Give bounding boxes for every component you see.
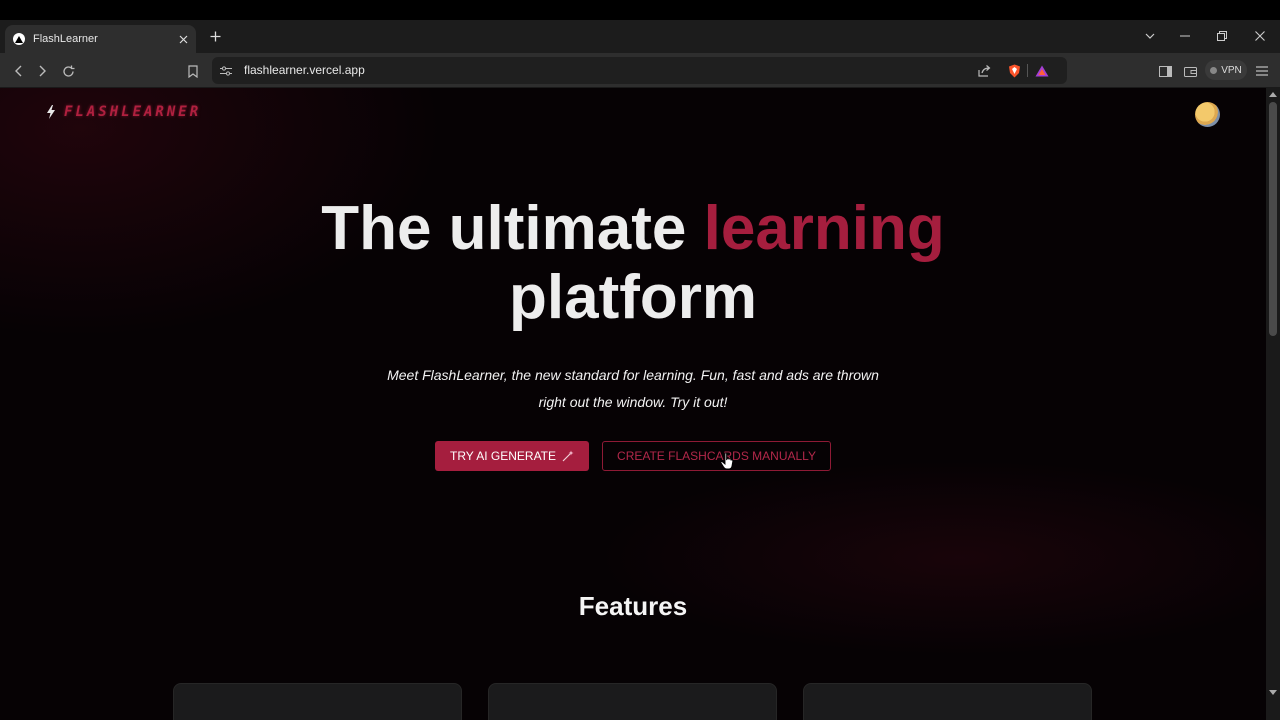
features-heading: Features	[578, 591, 688, 621]
url-divider	[1027, 64, 1028, 77]
minimize-icon[interactable]	[1176, 27, 1194, 45]
create-flashcards-manually-label: CREATE FLASHCARDS MANUALLY	[617, 449, 816, 463]
window-top-strip	[0, 0, 1280, 20]
chevron-down-icon[interactable]	[1141, 27, 1159, 45]
try-ai-generate-button[interactable]: TRY AI GENERATE	[435, 441, 589, 471]
brave-shield-icon[interactable]	[1004, 61, 1024, 81]
browser-toolbar: flashlearner.vercel.app VPN	[0, 53, 1280, 88]
hero-title-part2: platform	[509, 263, 757, 332]
restore-icon[interactable]	[1213, 27, 1231, 45]
vercel-icon	[13, 33, 25, 45]
feature-card	[803, 683, 1092, 720]
wallet-icon[interactable]	[1180, 61, 1200, 81]
bookmark-icon[interactable]	[183, 61, 203, 81]
tab-bar: FlashLearner	[0, 20, 1280, 53]
try-ai-generate-label: TRY AI GENERATE	[449, 449, 557, 463]
share-icon[interactable]	[974, 61, 994, 81]
reload-icon[interactable]	[58, 61, 78, 81]
hero-title: The ultimate learning platform	[0, 194, 1266, 332]
logo-text: FLASHLEARNER	[64, 104, 202, 120]
page-scrollbar[interactable]	[1266, 88, 1280, 720]
bolt-icon	[47, 105, 55, 119]
site-logo[interactable]: FLASHLEARNER	[46, 104, 201, 120]
hero-subtitle-line2: right out the window. Try it out!	[538, 394, 728, 410]
hero-title-accent: learning	[703, 194, 945, 263]
vpn-label: VPN	[1221, 64, 1242, 76]
avatar[interactable]	[1195, 102, 1220, 127]
site-settings-icon[interactable]	[216, 61, 236, 81]
back-icon[interactable]	[8, 61, 28, 81]
hero-title-part1: The ultimate	[321, 194, 704, 263]
feature-card	[173, 683, 462, 720]
forward-icon[interactable]	[33, 61, 53, 81]
scroll-up-icon[interactable]	[1269, 90, 1277, 98]
close-icon[interactable]	[176, 32, 190, 46]
sparkle-icon	[562, 450, 574, 462]
vpn-status-icon	[1210, 66, 1218, 74]
feature-card	[488, 683, 777, 720]
vpn-button[interactable]: VPN	[1205, 60, 1247, 80]
address-bar[interactable]: flashlearner.vercel.app	[212, 57, 1067, 84]
tab-flashlearner[interactable]: FlashLearner	[5, 25, 196, 53]
close-icon[interactable]	[1251, 27, 1269, 45]
sidebar-icon[interactable]	[1155, 61, 1175, 81]
url-text: flashlearner.vercel.app	[244, 63, 365, 77]
menu-icon[interactable]	[1252, 61, 1272, 81]
scrollbar-thumb[interactable]	[1269, 102, 1277, 336]
tab-title: FlashLearner	[33, 33, 98, 45]
page-viewport: FLASHLEARNER The ultimate learning platf…	[0, 88, 1266, 720]
hero-subtitle-line1: Meet FlashLearner, the new standard for …	[387, 367, 879, 383]
brave-rewards-icon[interactable]	[1032, 61, 1052, 81]
scroll-down-icon[interactable]	[1269, 688, 1277, 696]
plus-icon[interactable]	[206, 27, 224, 45]
hand-cursor-icon	[720, 452, 734, 470]
create-flashcards-manually-button[interactable]: CREATE FLASHCARDS MANUALLY	[602, 441, 831, 471]
hero-subtitle: Meet FlashLearner, the new standard for …	[0, 362, 1266, 416]
